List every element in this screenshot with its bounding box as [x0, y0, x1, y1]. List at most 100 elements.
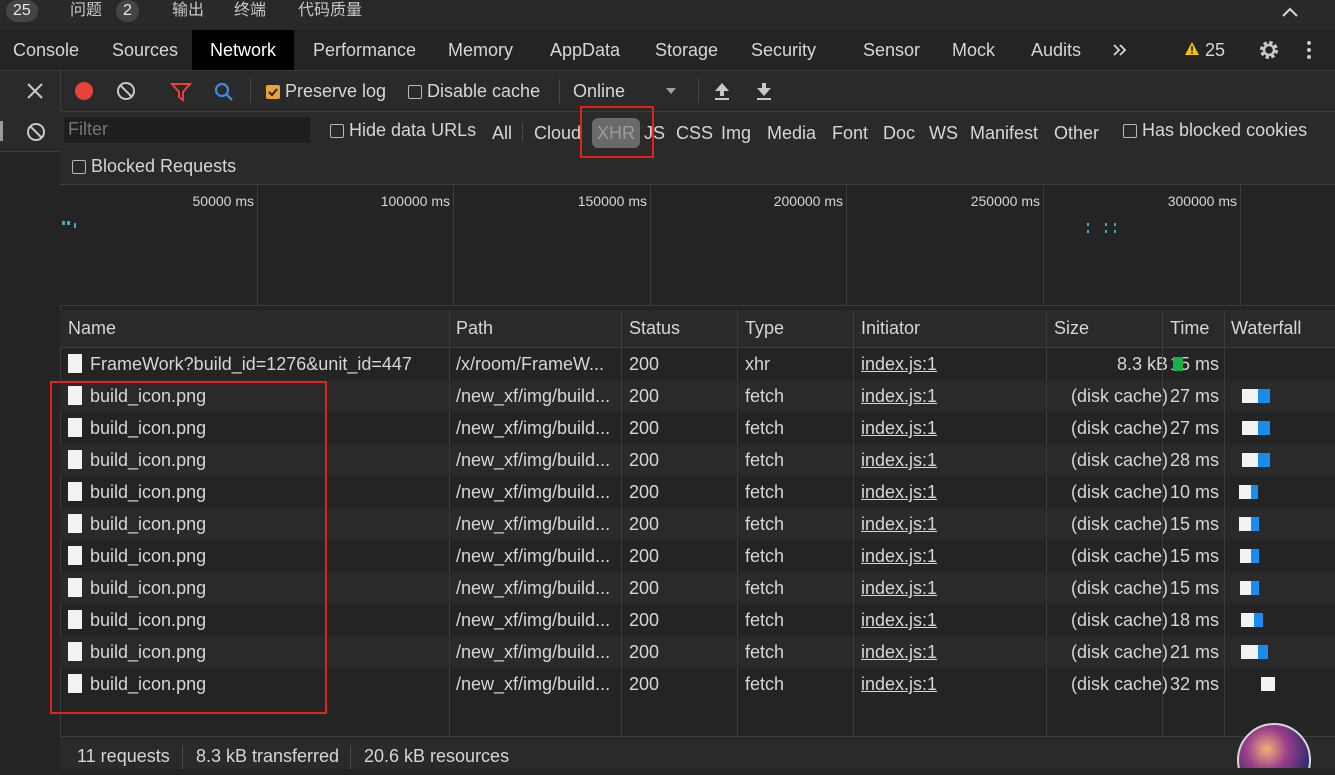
- initiator-link[interactable]: index.js:1: [861, 642, 937, 662]
- disable-cache-checkbox[interactable]: Disable cache: [408, 71, 540, 111]
- gear-icon[interactable]: [1258, 39, 1280, 61]
- waterfall-bar: [1251, 517, 1259, 531]
- export-har-icon[interactable]: [755, 81, 773, 101]
- close-icon[interactable]: [26, 82, 44, 100]
- checkbox-unchecked[interactable]: [1123, 124, 1137, 139]
- cell-name[interactable]: FrameWork?build_id=1276&unit_id=447: [68, 348, 448, 380]
- cell-initiator[interactable]: index.js:1: [861, 348, 1041, 380]
- tab-memory[interactable]: Memory: [448, 30, 513, 70]
- filter-input[interactable]: [64, 117, 312, 141]
- cell-initiator[interactable]: index.js:1: [861, 572, 1041, 604]
- tab-sensor[interactable]: Sensor: [863, 30, 920, 70]
- type-filter-css[interactable]: CSS: [676, 118, 713, 148]
- cell-path: /new_xf/img/build...: [456, 642, 611, 662]
- type-filter-media[interactable]: Media: [767, 118, 816, 148]
- tab-security[interactable]: Security: [751, 30, 816, 70]
- kebab-menu-icon[interactable]: [1306, 40, 1312, 60]
- type-filter-img[interactable]: Img: [721, 118, 751, 148]
- timeline-mark: [1087, 230, 1089, 233]
- column-header-waterfall[interactable]: Waterfall: [1231, 310, 1301, 346]
- cell-initiator[interactable]: index.js:1: [861, 476, 1041, 508]
- has-blocked-cookies-checkbox[interactable]: Has blocked cookies: [1123, 118, 1307, 142]
- filter-icon[interactable]: [170, 82, 192, 102]
- divider: [60, 71, 61, 111]
- timeline-mark: [1114, 223, 1116, 226]
- column-header-initiator[interactable]: Initiator: [861, 310, 920, 346]
- cell-initiator[interactable]: index.js:1: [861, 636, 1041, 668]
- tab-audits[interactable]: Audits: [1031, 30, 1081, 70]
- cell-type: fetch: [745, 418, 785, 438]
- type-filter-doc[interactable]: Doc: [883, 118, 915, 148]
- code-quality-tab[interactable]: 代码质量: [298, 0, 362, 22]
- initiator-link[interactable]: index.js:1: [861, 450, 937, 470]
- tab-storage[interactable]: Storage: [655, 30, 718, 70]
- timeline-mark: [74, 223, 76, 228]
- clear-icon[interactable]: [116, 81, 136, 101]
- problems-tab[interactable]: 问题: [70, 0, 102, 22]
- block-icon[interactable]: [26, 122, 46, 142]
- initiator-link[interactable]: index.js:1: [861, 610, 937, 630]
- column-header-status[interactable]: Status: [629, 310, 680, 346]
- hide-data-urls-checkbox[interactable]: Hide data URLs: [330, 118, 476, 142]
- initiator-link[interactable]: index.js:1: [861, 514, 937, 534]
- initiator-link[interactable]: index.js:1: [861, 354, 937, 374]
- cell-initiator[interactable]: index.js:1: [861, 540, 1041, 572]
- type-filter-manifest[interactable]: Manifest: [970, 118, 1038, 148]
- timeline-overview[interactable]: 50000 ms 100000 ms 150000 ms 200000 ms 2…: [60, 185, 1335, 306]
- warnings-count[interactable]: 25: [1205, 30, 1225, 70]
- tab-appdata[interactable]: AppData: [550, 30, 620, 70]
- initiator-link[interactable]: index.js:1: [861, 578, 937, 598]
- initiator-link[interactable]: index.js:1: [861, 546, 937, 566]
- chevron-down-icon[interactable]: [665, 87, 677, 95]
- output-tab[interactable]: 输出: [172, 0, 204, 22]
- cell-initiator[interactable]: index.js:1: [861, 668, 1041, 700]
- cell-initiator[interactable]: index.js:1: [861, 508, 1041, 540]
- initiator-link[interactable]: index.js:1: [861, 418, 937, 438]
- cell-size: (disk cache): [1070, 546, 1168, 566]
- cell-size: (disk cache): [1070, 578, 1168, 598]
- column-header-path[interactable]: Path: [456, 310, 493, 346]
- cell-initiator[interactable]: index.js:1: [861, 444, 1041, 476]
- tab-mock[interactable]: Mock: [952, 30, 995, 70]
- type-filter-ws[interactable]: WS: [929, 118, 958, 148]
- cell-path: /new_xf/img/build...: [456, 514, 611, 534]
- more-tabs-icon[interactable]: [1112, 43, 1128, 57]
- table-row[interactable]: FrameWork?build_id=1276&unit_id=447/x/ro…: [60, 348, 1335, 380]
- requests-count: 11 requests: [77, 746, 170, 766]
- record-icon[interactable]: [74, 81, 94, 101]
- checkbox-checked[interactable]: [266, 85, 280, 100]
- initiator-link[interactable]: index.js:1: [861, 482, 937, 502]
- warning-icon[interactable]: [1184, 41, 1200, 56]
- checkbox-unchecked[interactable]: [72, 160, 86, 175]
- tab-console[interactable]: Console: [13, 30, 79, 70]
- preserve-log-checkbox[interactable]: Preserve log: [266, 71, 386, 111]
- checkbox-unchecked[interactable]: [408, 85, 422, 100]
- chevron-up-icon[interactable]: [1281, 6, 1299, 18]
- cell-path: /new_xf/img/build...: [456, 482, 611, 502]
- tab-network[interactable]: Network: [192, 30, 295, 70]
- column-header-type[interactable]: Type: [745, 310, 784, 346]
- cell-status: 200: [629, 354, 660, 374]
- type-filter-other[interactable]: Other: [1054, 118, 1099, 148]
- avatar[interactable]: [1236, 722, 1312, 768]
- type-filter-all[interactable]: All: [492, 118, 512, 148]
- cell-initiator[interactable]: index.js:1: [861, 604, 1041, 636]
- tab-performance[interactable]: Performance: [313, 30, 416, 70]
- throttle-select[interactable]: Online: [573, 71, 625, 111]
- type-filter-font[interactable]: Font: [832, 118, 868, 148]
- search-icon[interactable]: [213, 81, 235, 103]
- column-header-name[interactable]: Name: [68, 310, 116, 346]
- initiator-link[interactable]: index.js:1: [861, 674, 937, 694]
- checkbox-unchecked[interactable]: [330, 124, 344, 139]
- type-filter-cloud[interactable]: Cloud: [534, 118, 581, 148]
- cell-initiator[interactable]: index.js:1: [861, 412, 1041, 444]
- initiator-link[interactable]: index.js:1: [861, 386, 937, 406]
- terminal-tab[interactable]: 终端: [234, 0, 266, 22]
- tab-sources[interactable]: Sources: [112, 30, 178, 70]
- column-header-time[interactable]: Time: [1170, 310, 1209, 346]
- import-har-icon[interactable]: [713, 81, 731, 101]
- column-header-size[interactable]: Size: [1054, 310, 1089, 346]
- blocked-requests-checkbox[interactable]: Blocked Requests: [72, 154, 236, 178]
- splitter-handle[interactable]: [0, 121, 3, 141]
- cell-initiator[interactable]: index.js:1: [861, 380, 1041, 412]
